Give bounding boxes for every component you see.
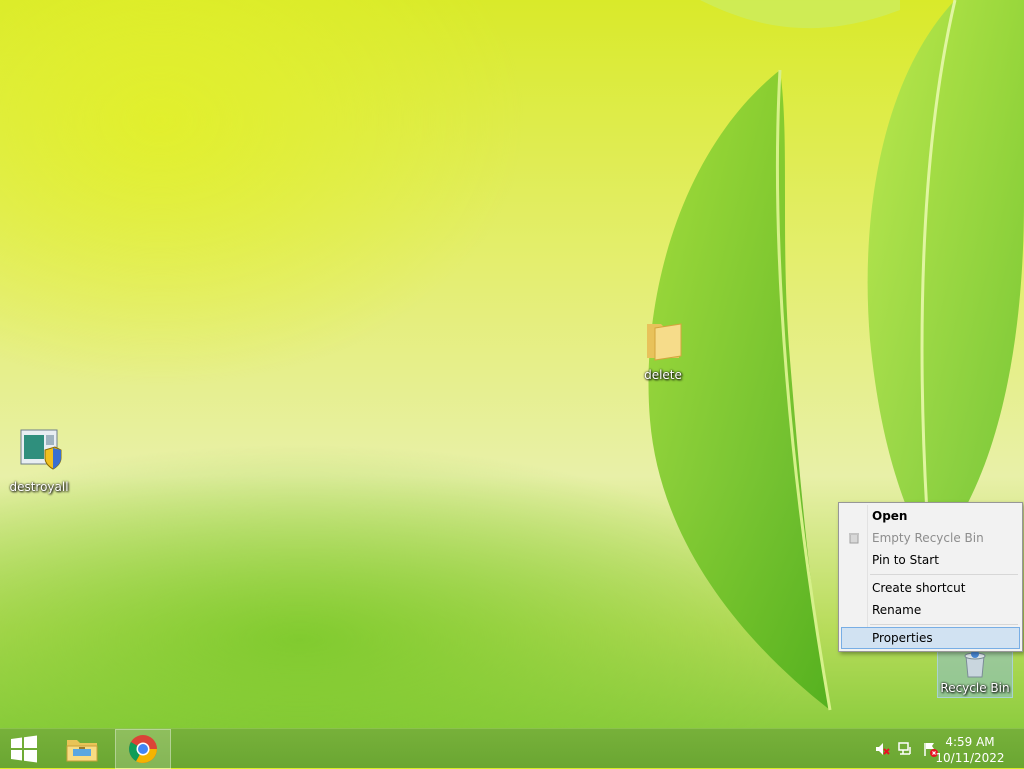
menu-item-label: Empty Recycle Bin: [872, 531, 984, 545]
menu-item-properties[interactable]: Properties: [841, 627, 1020, 649]
taskbar-google-chrome[interactable]: [115, 729, 171, 769]
folder-icon: [647, 323, 682, 361]
windows-logo-icon: [11, 735, 37, 763]
menu-separator: [870, 624, 1018, 625]
menu-item-label: Pin to Start: [872, 553, 939, 567]
taskbar: 4:59 AM 10/11/2022: [0, 728, 1024, 769]
clock-date: 10/11/2022: [935, 751, 1005, 765]
menu-item-open[interactable]: Open: [841, 505, 1020, 527]
menu-item-label: Rename: [872, 603, 922, 617]
file-explorer-icon: [66, 740, 98, 762]
desktop-icon-label: Recycle Bin: [940, 681, 1010, 695]
desktop-icon-delete[interactable]: delete: [625, 318, 701, 382]
empty-bin-icon: [849, 533, 859, 544]
menu-separator: [870, 574, 1018, 575]
desktop-icon-destroyall[interactable]: destroyall: [1, 426, 77, 494]
taskbar-clock[interactable]: 4:59 AM 10/11/2022: [930, 734, 1010, 766]
clock-time: 4:59 AM: [945, 735, 995, 749]
desktop-icon-label: delete: [644, 368, 682, 382]
installer-shield-icon: [20, 429, 62, 470]
taskbar-file-explorer[interactable]: [55, 729, 111, 769]
menu-item-label: Create shortcut: [872, 581, 966, 595]
menu-item-empty-recycle-bin[interactable]: Empty Recycle Bin: [841, 527, 1020, 549]
network-icon[interactable]: [898, 741, 914, 757]
menu-item-create-shortcut[interactable]: Create shortcut: [841, 577, 1020, 599]
recycle-bin-icon: [964, 650, 986, 678]
start-button[interactable]: [0, 729, 48, 769]
menu-item-label: Properties: [872, 631, 933, 645]
menu-item-label: Open: [872, 509, 908, 523]
volume-muted-icon[interactable]: [874, 741, 890, 757]
menu-item-pin-to-start[interactable]: Pin to Start: [841, 549, 1020, 571]
desktop-icon-recycle-bin[interactable]: Recycle Bin: [937, 649, 1013, 698]
chrome-icon: [129, 735, 157, 763]
menu-item-rename[interactable]: Rename: [841, 599, 1020, 621]
desktop-icon-label: destroyall: [9, 480, 69, 494]
context-menu: Open Empty Recycle Bin Pin to Start Crea…: [838, 502, 1023, 652]
